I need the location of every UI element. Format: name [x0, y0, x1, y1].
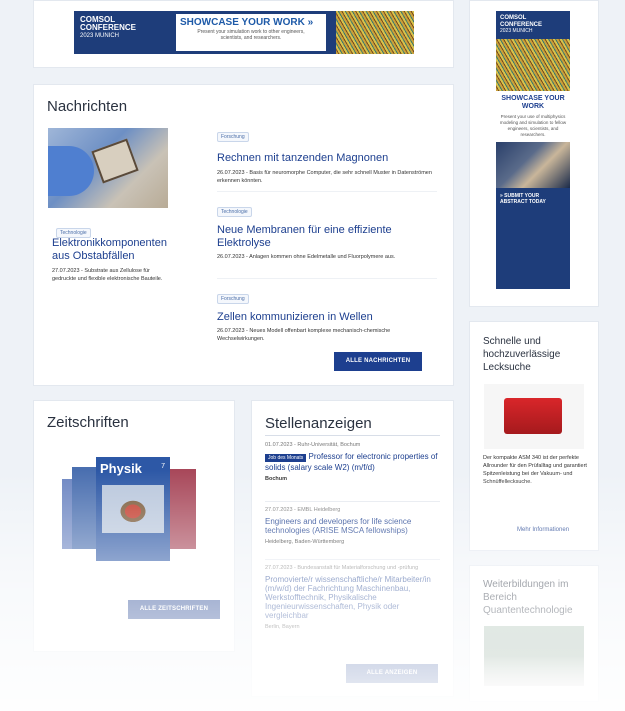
comsol-banner-side[interactable]: COMSOL CONFERENCE 2023 MUNICH SHOWCASE Y…	[496, 11, 570, 289]
journal-cover-back-right	[168, 469, 196, 549]
side-banner-cta[interactable]: » SUBMIT YOUR ABSTRACT TODAY	[496, 188, 570, 210]
job-location: Berlin, Bayern	[265, 624, 300, 630]
banner-brand: COMSOL CONFERENCE 2023 MUNICH	[80, 16, 136, 40]
news-item: Forschung Rechnen mit tanzenden Magnonen…	[217, 125, 437, 192]
banner-brand-line3: 2023 MUNICH	[80, 33, 120, 39]
banner-message-box: SHOWCASE YOUR WORK » Present your simula…	[176, 14, 326, 51]
job-meta: 01.07.2023 - Ruhr-Universität, Bochum	[265, 442, 361, 448]
journals-heading: Zeitschriften	[47, 414, 129, 431]
news-heading: Nachrichten	[47, 98, 128, 115]
side-training-heading[interactable]: Weiterbildungen im Bereich Quantentechno…	[483, 578, 588, 617]
job-of-month-badge: Job des Monats	[265, 454, 307, 462]
mosquito-image	[102, 485, 164, 533]
banner-headline: SHOWCASE YOUR WORK »	[180, 17, 314, 28]
journal-cover-title: Physik	[100, 461, 142, 476]
job-meta: 27.07.2023 - Bundesanstalt für Materialf…	[265, 565, 419, 571]
news-item-meta: 26.07.2023 - Basis für neuromorphe Compu…	[217, 170, 432, 184]
job-meta: 27.07.2023 - EMBL Heidelberg	[265, 507, 341, 513]
news-feature-meta: 27.07.2023 - Substrate aus Zellulose für…	[52, 268, 163, 282]
news-item: Technologie Neue Membranen für eine effi…	[217, 192, 437, 279]
news-list: Forschung Rechnen mit tanzenden Magnonen…	[217, 125, 437, 347]
cable-art	[336, 11, 414, 54]
job-item: 01.07.2023 - Ruhr-Universität, Bochum Jo…	[265, 441, 440, 483]
side-ad-body: Der kompakte ASM 340 ist der perfekte Al…	[483, 455, 587, 485]
banner-brand-line2: CONFERENCE	[80, 23, 137, 32]
side-ad-card: Schnelle und hochzuverlässige Lecksuche …	[469, 321, 599, 551]
all-journals-button[interactable]: ALLE ZEITSCHRIFTEN	[128, 600, 220, 619]
job-location: Heidelberg, Baden-Württemberg	[265, 539, 345, 545]
news-item: Forschung Zellen kommunizieren in Wellen…	[217, 279, 437, 347]
journal-cover-front: Physik 7	[96, 457, 170, 561]
journal-covers[interactable]: Physik 7	[62, 457, 202, 567]
news-item-meta: 26.07.2023 - Anlagen kommen ohne Edelmet…	[217, 254, 396, 260]
job-title[interactable]: Promovierte/r wissenschaftliche/r Mitarb…	[265, 575, 440, 620]
news-item-tag[interactable]: Technologie	[217, 207, 252, 217]
news-item-meta: 26.07.2023 - Neues Modell offenbart komp…	[217, 328, 391, 342]
gloved-hand-icon	[48, 146, 94, 196]
job-item: 27.07.2023 - EMBL Heidelberg Engineers a…	[265, 501, 440, 546]
job-location: Bochum	[265, 476, 287, 482]
jobs-divider	[265, 435, 440, 436]
news-item-title[interactable]: Neue Membranen für eine effiziente Elekt…	[217, 224, 407, 250]
side-photo-people	[496, 141, 570, 188]
side-banner-card: COMSOL CONFERENCE 2023 MUNICH SHOWCASE Y…	[469, 0, 599, 307]
job-title-wrap: Job des Monats Professor for electronic …	[265, 452, 440, 472]
side-banner-brand-line3: 2023 MUNICH	[500, 28, 533, 34]
side-ad-heading[interactable]: Schnelle und hochzuverlässige Lecksuche	[483, 335, 583, 374]
jobs-card: Stellenanzeigen 01.07.2023 - Ruhr-Univer…	[251, 400, 454, 697]
all-news-button[interactable]: ALLE NACHRICHTEN	[334, 352, 422, 371]
side-banner-headline: SHOWCASE YOUR WORK	[501, 94, 565, 110]
jobs-heading: Stellenanzeigen	[265, 415, 372, 432]
training-image[interactable]	[484, 626, 584, 686]
news-item-tag[interactable]: Forschung	[217, 294, 249, 304]
news-feature-title[interactable]: Elektronikkomponenten aus Obstabfällen	[52, 237, 177, 263]
top-banner-card: COMSOL CONFERENCE 2023 MUNICH SHOWCASE Y…	[33, 0, 454, 68]
job-title[interactable]: Engineers and developers for life scienc…	[265, 517, 440, 535]
job-item: 27.07.2023 - Bundesanstalt für Materialf…	[265, 559, 440, 631]
journals-card: Zeitschriften Physik 7 ALLE ZEITSCHRIFTE…	[33, 400, 235, 652]
side-ad-link[interactable]: Mehr Informationen	[517, 527, 569, 533]
leak-detector-image[interactable]	[484, 384, 584, 449]
side-cable-art	[496, 38, 570, 91]
side-banner-brand: COMSOL CONFERENCE 2023 MUNICH	[496, 11, 570, 35]
news-card: Nachrichten Technologie Elektronikkompon…	[33, 84, 454, 386]
news-feature-image[interactable]	[48, 128, 168, 208]
side-training-card: Weiterbildungen im Bereich Quantentechno…	[469, 565, 599, 702]
comsol-banner-top[interactable]: COMSOL CONFERENCE 2023 MUNICH SHOWCASE Y…	[74, 11, 414, 54]
side-banner-body: Present your use of multiphysics modelin…	[499, 113, 567, 137]
news-item-title[interactable]: Rechnen mit tanzenden Magnonen	[217, 152, 437, 165]
page: COMSOL CONFERENCE 2023 MUNICH SHOWCASE Y…	[0, 0, 625, 711]
all-jobs-button[interactable]: ALLE ANZEIGEN	[346, 664, 438, 683]
journal-cover-issue: 7	[161, 463, 165, 470]
banner-subline: Present your simulation work to other en…	[197, 29, 305, 41]
side-message-box: SHOWCASE YOUR WORK Present your use of m…	[496, 90, 570, 142]
chip-icon	[91, 138, 139, 184]
leak-detector-device	[504, 398, 562, 434]
news-item-title[interactable]: Zellen kommunizieren in Wellen	[217, 311, 437, 324]
news-item-tag[interactable]: Forschung	[217, 132, 249, 142]
